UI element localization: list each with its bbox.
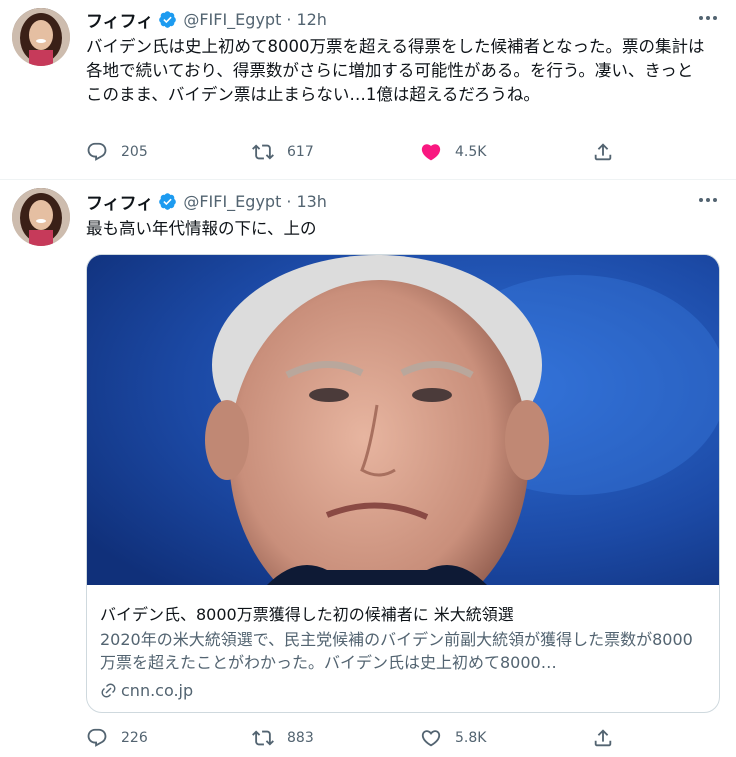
timestamp[interactable]: 13h	[296, 192, 327, 211]
like-button[interactable]: 5.8K	[420, 726, 486, 750]
tweet-actions: 226 883 5.8K	[86, 726, 626, 750]
share-icon	[594, 729, 612, 747]
like-icon	[421, 730, 441, 747]
reply-count: 226	[121, 730, 148, 746]
author-name[interactable]: フィフィ	[86, 7, 153, 32]
card-image[interactable]	[87, 255, 719, 585]
reply-icon	[87, 728, 107, 747]
retweet-icon	[252, 730, 274, 746]
retweet-button[interactable]: 617	[252, 140, 314, 164]
separator: ·	[286, 191, 292, 211]
link-icon	[101, 683, 116, 698]
tweet[interactable]: フィフィ @FIFI_Egypt · 12h バイデン氏は史上初めて8000万票…	[0, 0, 736, 180]
like-button[interactable]: 4.5K	[420, 140, 486, 164]
verified-badge-icon	[158, 192, 177, 211]
author-name[interactable]: フィフィ	[86, 189, 153, 214]
retweet-button[interactable]: 883	[252, 726, 314, 750]
reply-button[interactable]: 205	[86, 140, 148, 164]
like-count: 4.5K	[455, 144, 487, 160]
reply-icon	[87, 142, 107, 161]
tweet-actions: 205 617 4.5K	[86, 140, 626, 164]
author-handle[interactable]: @FIFI_Egypt	[183, 192, 281, 211]
reply-count: 205	[121, 144, 148, 160]
tweet-text: バイデン氏は史上初めて8000万票を超える得票をした候補者となった。票の集計は各…	[86, 37, 705, 104]
share-button[interactable]	[592, 140, 614, 164]
author-handle[interactable]: @FIFI_Egypt	[183, 10, 281, 29]
link-card[interactable]: バイデン氏、8000万票獲得した初の候補者に 米大統領選 2020年の米大統領選…	[86, 254, 720, 713]
more-icon[interactable]	[696, 190, 720, 210]
card-description: 2020年の米大統領選で、民主党候補のバイデン前副大統領が獲得した票数が8000…	[100, 630, 693, 672]
tweet-header: フィフィ @FIFI_Egypt · 12h	[86, 6, 327, 32]
tweet-header: フィフィ @FIFI_Egypt · 13h	[86, 188, 327, 214]
share-icon	[594, 143, 612, 161]
separator: ·	[286, 9, 292, 29]
retweet-count: 617	[287, 144, 314, 160]
verified-badge-icon	[158, 10, 177, 29]
like-icon	[421, 144, 441, 161]
tweet[interactable]: フィフィ @FIFI_Egypt · 13h 最も高い年代情報の下に、上の バイ…	[0, 180, 736, 757]
timestamp[interactable]: 12h	[296, 10, 327, 29]
card-domain-text: cnn.co.jp	[121, 681, 194, 700]
like-count: 5.8K	[455, 730, 487, 746]
retweet-count: 883	[287, 730, 314, 746]
card-title[interactable]: バイデン氏、8000万票獲得した初の候補者に 米大統領選	[100, 601, 700, 625]
reply-button[interactable]: 226	[86, 726, 148, 750]
card-domain[interactable]: cnn.co.jp	[100, 681, 193, 700]
tweet-text: 最も高い年代情報の下に、上の	[86, 219, 317, 238]
retweet-icon	[252, 144, 274, 160]
avatar[interactable]	[12, 188, 70, 246]
avatar[interactable]	[12, 8, 70, 66]
more-icon[interactable]	[696, 8, 720, 28]
share-button[interactable]	[592, 726, 614, 750]
